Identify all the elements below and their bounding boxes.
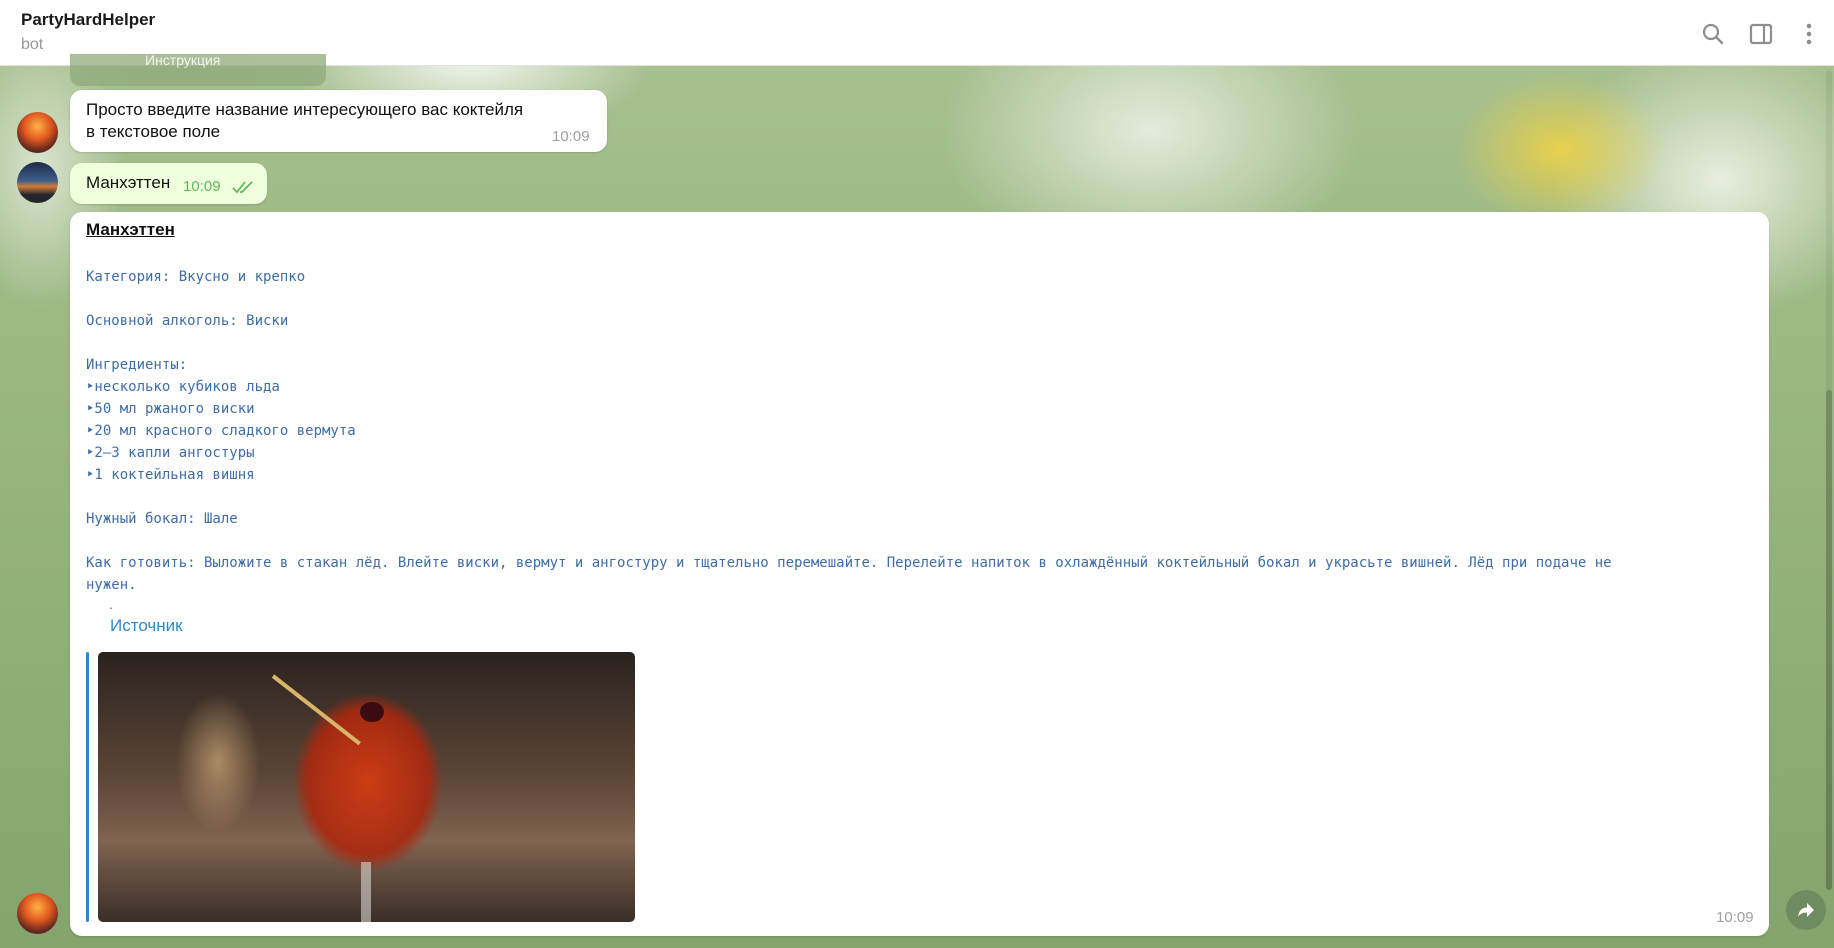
message-time: 10:09 xyxy=(1716,909,1754,926)
ingredients-label: Ингредиенты: xyxy=(86,357,188,373)
cocktail-card[interactable]: Манхэттен Категория: Вкусно и крепко Осн… xyxy=(70,212,1769,936)
message-bubble[interactable]: Просто введите название интересующего ва… xyxy=(70,90,607,152)
double-check-icon xyxy=(232,181,253,194)
message-text: Манхэттен xyxy=(86,173,171,192)
ingredient-item: ‣1 коктейльная вишня xyxy=(86,467,255,483)
outgoing-message-bubble[interactable]: Манхэттен 10:09 xyxy=(70,163,267,204)
howto-line-2: нужен. xyxy=(86,577,137,593)
forward-button[interactable] xyxy=(1786,890,1826,930)
cocktail-pick xyxy=(271,674,361,746)
category-line: Категория: Вкусно и крепко xyxy=(86,269,306,285)
bot-avatar[interactable] xyxy=(17,112,58,153)
source-link[interactable]: Источник xyxy=(110,616,183,636)
partial-message-text: Инструкция xyxy=(145,52,221,68)
ingredient-item: ‣2–3 капли ангостуры xyxy=(86,445,255,461)
message-time: 10:09 xyxy=(552,128,590,145)
chat-title[interactable]: PartyHardHelper xyxy=(21,10,155,30)
more-vert-icon[interactable] xyxy=(1796,21,1822,47)
cherry xyxy=(360,702,384,722)
ingredient-item: ‣50 мл ржаного виски xyxy=(86,401,255,417)
chat-subtitle: bot xyxy=(21,36,44,53)
glass-stem xyxy=(361,862,371,922)
user-avatar[interactable] xyxy=(17,162,58,203)
ingredient-item: ‣20 мл красного сладкого вермута xyxy=(86,423,356,439)
link-preview-bar xyxy=(86,652,89,922)
alcohol-line: Основной алкоголь: Виски xyxy=(86,313,289,329)
glass-line: Нужный бокал: Шале xyxy=(86,511,238,527)
partial-message-bubble: Инструкция xyxy=(70,52,326,86)
ingredient-item: ‣несколько кубиков льда xyxy=(86,379,280,395)
chat-scrollbar[interactable] xyxy=(1826,70,1832,890)
forward-icon xyxy=(1798,903,1814,917)
message-time: 10:09 xyxy=(183,178,221,195)
search-icon[interactable] xyxy=(1700,21,1726,47)
separator-dot: . xyxy=(109,596,113,612)
bot-avatar[interactable] xyxy=(17,893,58,934)
scrollbar-thumb[interactable] xyxy=(1826,390,1832,890)
cocktail-photo[interactable] xyxy=(98,652,635,922)
howto-line-1: Как готовить: Выложите в стакан лёд. Вле… xyxy=(86,555,1612,571)
message-text: Просто введите название интересующего ва… xyxy=(86,100,524,141)
cocktail-title[interactable]: Манхэттен xyxy=(86,220,175,240)
sidebar-toggle-icon[interactable] xyxy=(1748,21,1774,47)
